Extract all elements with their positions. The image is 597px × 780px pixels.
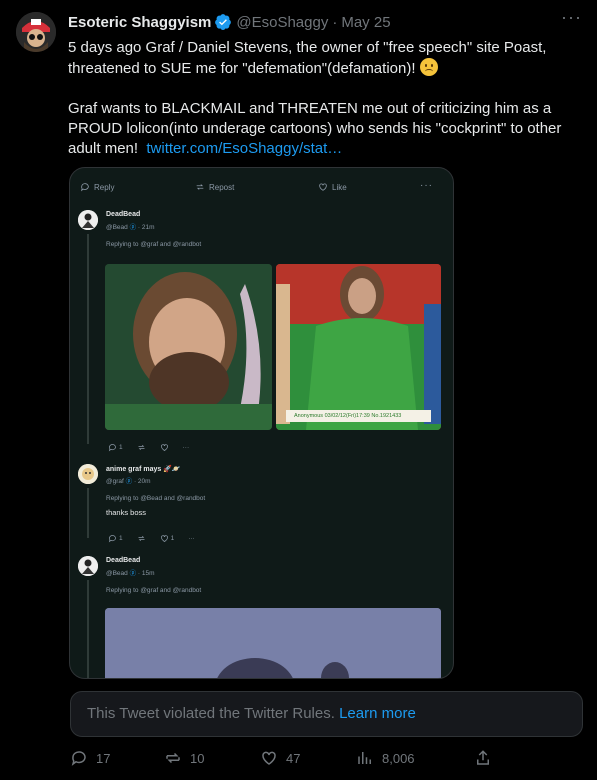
screenshot-reply: Reply [80,182,114,192]
tweet-text: 5 days ago Graf / Daniel Stevens, the ow… [68,38,583,179]
post-body: thanks boss [106,508,147,517]
repost-icon [138,535,145,542]
share-button[interactable] [474,749,492,767]
post-repost [137,534,146,543]
photo-bottom [105,608,441,678]
count-text: 1 [119,535,123,542]
thread-line [87,580,89,678]
repost-button[interactable]: 10 [164,749,204,767]
share-icon [477,750,489,765]
photo-left [105,264,272,430]
author-avatar[interactable] [16,12,56,52]
views-icon [358,752,371,764]
tweet-header: Esoteric Shaggyism @EsoShaggy · May 25 [68,12,391,32]
post-author-name: DeadBead [106,211,141,218]
thread-line [87,488,89,538]
repost-label: Repost [209,182,235,192]
reply-icon [108,444,116,452]
more-options-icon[interactable]: ··· [561,8,581,32]
post-reply-count: 1 [108,443,123,452]
thread-line [87,234,89,444]
tweet-link[interactable]: twitter.com/EsoShaggy/stat… [146,140,342,157]
post-author-handle: @Bead ⓟ · 15m [106,567,155,577]
deadbead-avatar [78,210,98,230]
author-handle[interactable]: @EsoShaggy [236,14,328,31]
reply-icon [108,535,116,543]
author-name[interactable]: Esoteric Shaggyism [68,14,211,31]
post-replying-to: Replying to @Bead and @randbot [106,495,206,502]
screenshot-more-icon: ··· [420,180,433,191]
tweet-paragraph-1: 5 days ago Graf / Daniel Stevens, the ow… [68,39,547,77]
repost-icon [138,444,145,451]
graf-avatar [78,464,98,484]
count-text: 1 [119,444,123,451]
photo-right: Anonymous 03/02/12(Fri)17:39 No.1921433 [276,264,441,430]
worried-face-emoji-icon [419,58,438,76]
view-count: 8,006 [382,750,415,766]
post-repost [137,443,146,452]
screenshot-action-bar: Reply Repost Like ··· [70,168,453,206]
post-more-icon: ··· [182,444,190,451]
like-icon [160,535,168,542]
verified-badge-icon [214,13,232,31]
repost-count: 10 [190,750,205,766]
p-badge-icon: ⓟ [125,478,133,485]
post-2-actions: 1 1 ··· [108,534,195,543]
like-icon [319,183,327,191]
like-icon [160,444,168,451]
post-author-handle: @Bead ⓟ · 21m [106,221,155,231]
handle-text: @graf [106,478,124,485]
handle-text: @Bead [106,224,128,231]
p-badge-icon: ⓟ [129,224,137,231]
tweet-action-bar: 17 10 47 8,006 [68,749,498,769]
views-button[interactable]: 8,006 [356,749,415,767]
repost-icon [196,184,204,190]
post-like-count: 1 [160,534,175,543]
reply-label: Reply [94,182,115,192]
time-text: · 20m [133,478,151,485]
post-replying-to: Replying to @graf and @randbot [106,241,202,248]
post-author-name: anime graf mays 🚀🪐 [106,466,181,473]
screenshot-like: Like [318,182,347,192]
tweet-violation-notice: This Tweet violated the Twitter Rules. L… [70,691,583,737]
screenshot-repost: Repost [195,182,234,192]
post-like [160,443,169,452]
reply-button[interactable]: 17 [70,749,110,767]
like-count: 47 [286,750,301,766]
post-more-icon: ··· [188,535,195,542]
like-button[interactable]: 47 [260,749,300,767]
handle-text: @Bead [106,570,128,577]
post-reply-count: 1 [108,534,123,543]
count-text: 1 [170,535,175,542]
learn-more-link[interactable]: Learn more [339,705,416,722]
reply-count: 17 [96,750,111,766]
post-author-name: DeadBead [106,557,141,564]
like-label: Like [332,182,347,192]
deadbead-avatar [78,556,98,576]
time-text: · 21m [137,224,155,231]
post-author-handle: @graf ⓟ · 20m [106,475,151,485]
post-replying-to: Replying to @graf and @randbot [106,587,202,594]
header-separator: · [332,13,338,31]
like-icon [262,751,276,765]
tweet: Esoteric Shaggyism @EsoShaggy · May 25 ·… [0,0,597,780]
reply-icon [80,183,89,192]
repost-icon [166,752,180,764]
post-1-actions: 1 ··· [108,443,189,452]
time-text: · 15m [137,570,155,577]
attached-screenshot[interactable]: Reply Repost Like ··· DeadBead @Bead ⓟ ·… [69,167,454,679]
p-badge-icon: ⓟ [129,570,137,577]
violation-text: This Tweet violated the Twitter Rules. [87,705,335,722]
tweet-date[interactable]: May 25 [341,14,390,31]
reply-icon [71,751,86,766]
photo-caption: Anonymous 03/02/12(Fri)17:39 No.1921433 [286,410,431,422]
